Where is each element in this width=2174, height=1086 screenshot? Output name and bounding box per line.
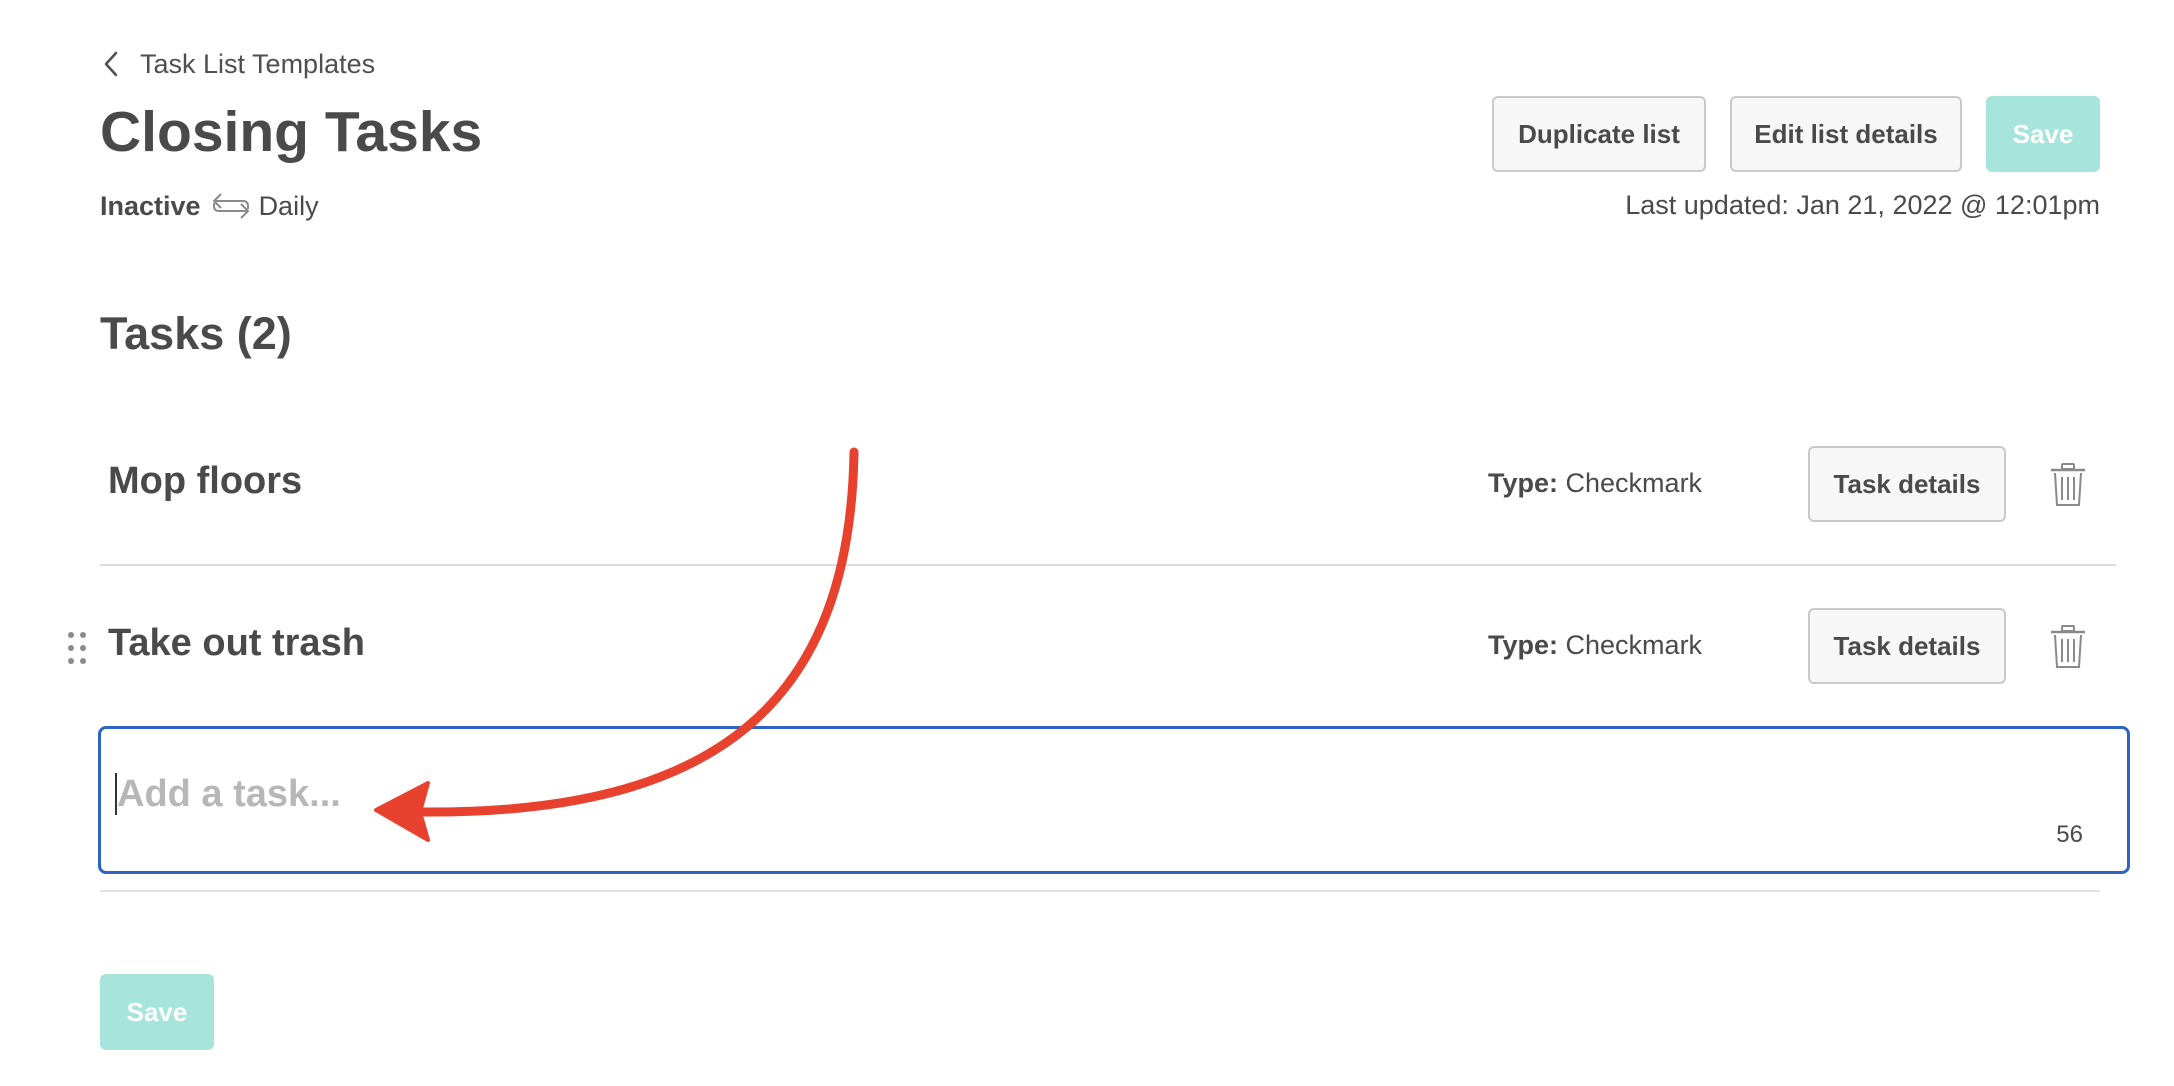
- page-title: Closing Tasks: [100, 100, 483, 164]
- duplicate-list-button[interactable]: Duplicate list: [1492, 96, 1706, 172]
- last-updated: Last updated: Jan 21, 2022 @ 12:01pm: [1625, 190, 2100, 220]
- task-details-button[interactable]: Task details: [1808, 446, 2006, 522]
- trash-icon[interactable]: [2048, 624, 2088, 670]
- drag-handle-icon[interactable]: [66, 630, 88, 666]
- add-task-field[interactable]: 56: [98, 726, 2130, 874]
- task-type: Type: Checkmark: [1488, 630, 1702, 661]
- chevron-left-icon: [104, 51, 118, 77]
- frequency-label: Daily: [258, 190, 319, 221]
- task-type-label: Type:: [1488, 468, 1559, 498]
- breadcrumb-link[interactable]: Task List Templates: [140, 49, 375, 80]
- task-type-value: Checkmark: [1565, 630, 1703, 660]
- add-task-input[interactable]: [115, 763, 2019, 825]
- task-row: Mop floors Type: Checkmark Task details: [100, 418, 2116, 566]
- tasks-heading: Tasks (2): [100, 308, 292, 359]
- status-label: Inactive: [100, 190, 201, 221]
- task-name[interactable]: Mop floors: [108, 460, 302, 503]
- task-row: Take out trash Type: Checkmark Task deta…: [68, 580, 2116, 710]
- list-meta: Inactive Daily: [100, 184, 319, 228]
- task-type-label: Type:: [1488, 630, 1559, 660]
- char-counter: 56: [2056, 821, 2083, 848]
- task-type-value: Checkmark: [1565, 468, 1703, 498]
- divider: [100, 890, 2100, 892]
- save-button-bottom[interactable]: Save: [100, 974, 214, 1050]
- text-caret: [115, 773, 117, 815]
- trash-icon[interactable]: [2048, 462, 2088, 508]
- save-button-top[interactable]: Save: [1986, 96, 2100, 172]
- edit-list-details-button[interactable]: Edit list details: [1730, 96, 1962, 172]
- task-name[interactable]: Take out trash: [108, 622, 365, 665]
- breadcrumb[interactable]: Task List Templates: [100, 46, 375, 82]
- task-details-button[interactable]: Task details: [1808, 608, 2006, 684]
- task-type: Type: Checkmark: [1488, 468, 1702, 499]
- repeat-icon: [212, 193, 249, 219]
